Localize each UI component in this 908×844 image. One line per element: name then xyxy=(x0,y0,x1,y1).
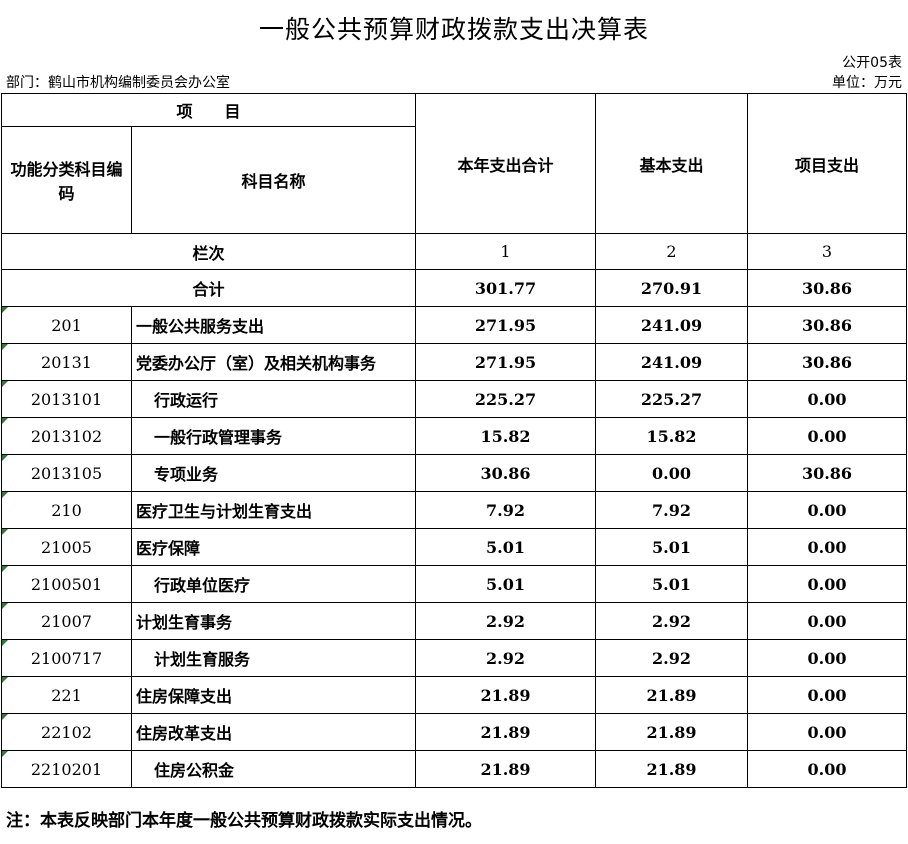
header-col3: 项目支出 xyxy=(747,93,908,234)
table-row: 210 医疗卫生与计划生育支出 7.92 7.92 0.00 xyxy=(1,491,908,529)
row-col2: 15.82 xyxy=(595,417,749,455)
row-col3: 0.00 xyxy=(747,491,908,529)
row-name: 医疗保障 xyxy=(130,528,417,566)
lanci-label: 栏次 xyxy=(0,233,417,270)
row-col3: 30.86 xyxy=(747,343,908,381)
row-name: 行政单位医疗 xyxy=(130,565,417,603)
total-col2: 270.91 xyxy=(595,269,749,307)
table-row: 2013105 专项业务 30.86 0.00 30.86 xyxy=(1,454,908,492)
row-col1: 271.95 xyxy=(415,343,597,381)
row-col1: 30.86 xyxy=(415,454,597,492)
row-code: 2013105 xyxy=(1,454,132,492)
row-name: 住房保障支出 xyxy=(130,676,417,714)
table-row: 20131 党委办公厅（室）及相关机构事务 271.95 241.09 30.8… xyxy=(1,343,908,381)
row-name: 计划生育事务 xyxy=(130,602,417,640)
row-code: 20131 xyxy=(1,343,132,381)
row-code: 210 xyxy=(1,491,132,529)
table-row: 22102 住房改革支出 21.89 21.89 0.00 xyxy=(1,713,908,751)
row-col1: 7.92 xyxy=(415,491,597,529)
row-col2: 21.89 xyxy=(595,713,749,751)
row-col2: 21.89 xyxy=(595,676,749,714)
row-code: 2013102 xyxy=(1,417,132,455)
row-code: 2013101 xyxy=(1,380,132,418)
row-col3: 0.00 xyxy=(747,602,908,640)
total-col3: 30.86 xyxy=(747,269,908,307)
row-name: 一般公共服务支出 xyxy=(130,306,417,344)
header-code: 功能分类科目编码 xyxy=(1,126,132,234)
row-col2: 241.09 xyxy=(595,343,749,381)
row-col1: 225.27 xyxy=(415,380,597,418)
row-col2: 225.27 xyxy=(595,380,749,418)
row-col3: 0.00 xyxy=(747,380,908,418)
row-col1: 271.95 xyxy=(415,306,597,344)
row-col3: 0.00 xyxy=(747,528,908,566)
total-col1: 301.77 xyxy=(415,269,597,307)
row-col1: 15.82 xyxy=(415,417,597,455)
row-code: 21005 xyxy=(1,528,132,566)
row-col2: 5.01 xyxy=(595,528,749,566)
total-row: 合计 301.77 270.91 30.86 xyxy=(0,269,908,307)
row-col2: 2.92 xyxy=(595,639,749,677)
page-title: 一般公共预算财政拨款支出决算表 xyxy=(258,15,649,44)
row-col1: 2.92 xyxy=(415,639,597,677)
table-row: 2013101 行政运行 225.27 225.27 0.00 xyxy=(1,380,908,418)
row-name: 医疗卫生与计划生育支出 xyxy=(130,491,417,529)
table-row: 2013102 一般行政管理事务 15.82 15.82 0.00 xyxy=(1,417,908,455)
row-code: 2100717 xyxy=(1,639,132,677)
row-code: 2100501 xyxy=(1,565,132,603)
header-name: 科目名称 xyxy=(130,126,417,234)
footnote: 注：本表反映部门本年度一般公共预算财政拨款实际支出情况。 xyxy=(6,811,482,831)
table-row: 201 一般公共服务支出 271.95 241.09 30.86 xyxy=(1,306,908,344)
row-col1: 21.89 xyxy=(415,713,597,751)
row-col3: 30.86 xyxy=(747,454,908,492)
table-row: 221 住房保障支出 21.89 21.89 0.00 xyxy=(1,676,908,714)
form-number: 公开05表 xyxy=(842,55,902,71)
row-col2: 241.09 xyxy=(595,306,749,344)
row-col3: 0.00 xyxy=(747,417,908,455)
row-col3: 0.00 xyxy=(747,750,908,788)
department-label: 部门：鹤山市机构编制委员会办公室 xyxy=(6,75,230,91)
row-code: 221 xyxy=(1,676,132,714)
header-col2: 基本支出 xyxy=(595,93,749,234)
row-name: 行政运行 xyxy=(130,380,417,418)
row-col1: 21.89 xyxy=(415,676,597,714)
row-code: 21007 xyxy=(1,602,132,640)
row-col1: 5.01 xyxy=(415,528,597,566)
row-name: 一般行政管理事务 xyxy=(130,417,417,455)
row-code: 201 xyxy=(1,306,132,344)
total-label: 合计 xyxy=(0,269,417,307)
row-col2: 21.89 xyxy=(595,750,749,788)
row-name: 专项业务 xyxy=(130,454,417,492)
row-code: 22102 xyxy=(1,713,132,751)
row-name: 住房公积金 xyxy=(130,750,417,788)
lanci-1: 1 xyxy=(415,233,597,270)
row-name: 住房改革支出 xyxy=(130,713,417,751)
row-name: 党委办公厅（室）及相关机构事务 xyxy=(130,343,417,381)
row-col2: 5.01 xyxy=(595,565,749,603)
row-col3: 0.00 xyxy=(747,713,908,751)
unit-label: 单位：万元 xyxy=(832,75,902,91)
header-col1: 本年支出合计 xyxy=(415,93,597,234)
row-col3: 0.00 xyxy=(747,639,908,677)
table-row: 2210201 住房公积金 21.89 21.89 0.00 xyxy=(1,750,908,788)
expenditure-table: 项 目 本年支出合计 基本支出 项目支出 功能分类科目编码 科目名称 栏次 1 … xyxy=(0,93,908,788)
table-row: 2100501 行政单位医疗 5.01 5.01 0.00 xyxy=(1,565,908,603)
header-item: 项 目 xyxy=(0,93,417,127)
row-col1: 2.92 xyxy=(415,602,597,640)
row-code: 2210201 xyxy=(1,750,132,788)
row-col2: 2.92 xyxy=(595,602,749,640)
row-col3: 0.00 xyxy=(747,565,908,603)
lanci-2: 2 xyxy=(595,233,749,270)
row-col3: 0.00 xyxy=(747,676,908,714)
row-col3: 30.86 xyxy=(747,306,908,344)
row-col1: 5.01 xyxy=(415,565,597,603)
row-col2: 0.00 xyxy=(595,454,749,492)
table-row: 21007 计划生育事务 2.92 2.92 0.00 xyxy=(1,602,908,640)
table-row: 21005 医疗保障 5.01 5.01 0.00 xyxy=(1,528,908,566)
row-name: 计划生育服务 xyxy=(130,639,417,677)
table-row: 2100717 计划生育服务 2.92 2.92 0.00 xyxy=(1,639,908,677)
lanci-3: 3 xyxy=(747,233,908,270)
row-col2: 7.92 xyxy=(595,491,749,529)
row-col1: 21.89 xyxy=(415,750,597,788)
